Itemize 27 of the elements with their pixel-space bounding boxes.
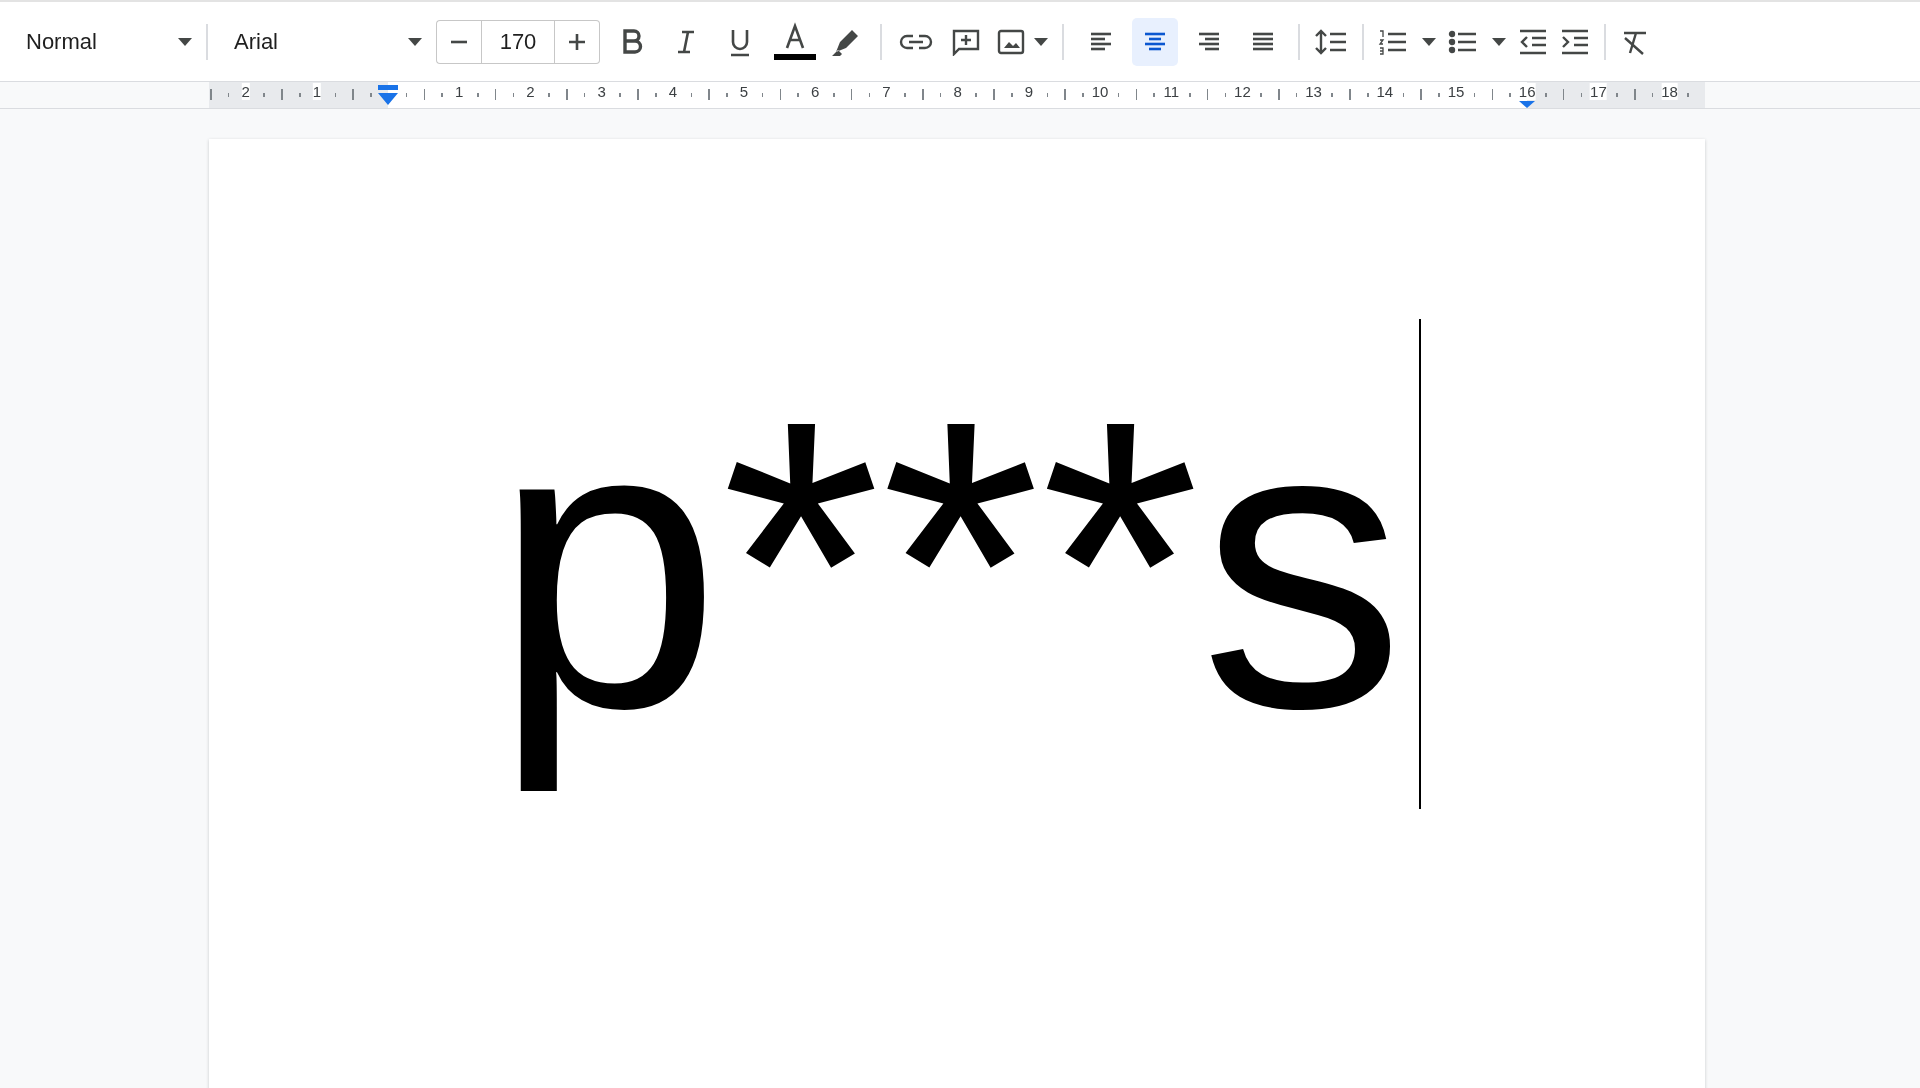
document-text: p***s	[493, 334, 1405, 795]
minus-icon	[450, 40, 468, 44]
caret-icon[interactable]	[408, 38, 422, 46]
font-size-field[interactable]: 170	[481, 20, 555, 64]
text-color-icon[interactable]	[774, 22, 816, 62]
font-dropdown[interactable]: Arial	[222, 29, 422, 55]
bulleted-list-icon[interactable]	[1448, 28, 1478, 56]
ruler-number: 18	[1661, 83, 1678, 100]
increase-font-size-button[interactable]	[555, 20, 600, 64]
indent-marker-icon[interactable]	[377, 84, 399, 106]
caret-icon[interactable]	[1034, 38, 1048, 46]
ruler-number: 1	[312, 83, 321, 100]
decrease-indent-icon[interactable]	[1518, 28, 1548, 56]
align-center-button[interactable]	[1132, 18, 1178, 66]
image-icon[interactable]	[996, 28, 1026, 56]
caret-icon[interactable]	[1422, 38, 1436, 46]
ruler-number: 16	[1518, 83, 1536, 100]
ruler-number: 17	[1590, 83, 1607, 100]
paragraph-style-dropdown[interactable]: Normal	[26, 29, 192, 55]
numbered-list-icon[interactable]	[1378, 28, 1408, 56]
caret-icon[interactable]	[178, 38, 192, 46]
increase-indent-icon[interactable]	[1560, 28, 1590, 56]
caret-icon[interactable]	[1492, 38, 1506, 46]
line-spacing-icon[interactable]	[1314, 28, 1348, 56]
ruler-number: 2	[241, 83, 250, 100]
add-comment-icon[interactable]	[950, 28, 982, 56]
plus-icon	[568, 33, 586, 51]
